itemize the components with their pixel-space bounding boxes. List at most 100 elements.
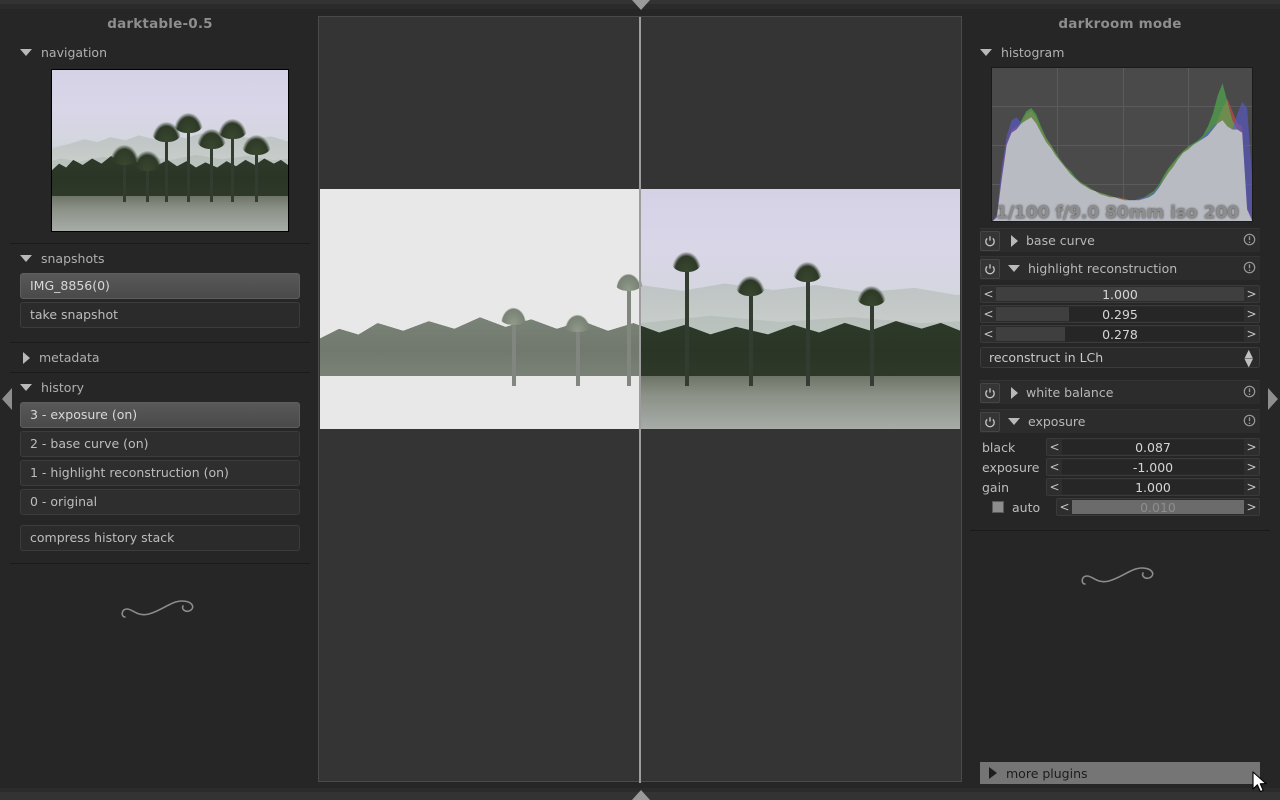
right-panel-toggle-icon[interactable] [1268,388,1278,410]
snapshot-item[interactable]: IMG_8856(0) [20,273,300,299]
slider-track[interactable]: 0.087 [1062,440,1244,454]
module-header[interactable]: base curve [980,228,1260,252]
module-highlight-reconstruction: highlight reconstruction < 1.000 > < 0.2… [970,256,1270,375]
increment-icon[interactable]: > [1244,479,1259,495]
take-snapshot-button[interactable]: take snapshot [20,302,300,328]
histogram-expander[interactable]: histogram [970,41,1270,64]
history-item[interactable]: 1 - highlight reconstruction (on) [20,460,300,486]
module-header[interactable]: white balance [980,380,1260,404]
power-icon[interactable] [980,258,1000,279]
auto-row: auto < 0.010 > [980,498,1260,516]
decrement-icon[interactable]: < [1057,499,1072,515]
chevron-down-icon [1008,265,1020,272]
reset-icon[interactable] [1243,412,1256,431]
hr-slider-1[interactable]: < 1.000 > [980,285,1260,303]
hr-slider-2[interactable]: < 0.295 > [980,305,1260,323]
module-header[interactable]: exposure [980,409,1260,433]
navigation-expander[interactable]: navigation [10,41,310,64]
history-label: history [41,380,84,395]
module-header[interactable]: highlight reconstruction [980,256,1260,280]
chevron-down-icon [20,49,32,56]
image-canvas[interactable] [318,16,962,783]
decrement-icon[interactable]: < [1047,459,1062,475]
auto-checkbox[interactable] [992,501,1004,513]
before-after-split-handle[interactable] [639,17,641,783]
metadata-expander[interactable]: metadata [10,346,310,369]
exif-overlay: 1/100 f/9.0 80mm iso 200 [996,203,1240,222]
decrement-icon[interactable]: < [981,286,996,302]
slider-value: 0.278 [1102,327,1138,341]
exposure-slider[interactable]: < -1.000 > [1046,458,1260,476]
darktable-window: darktable-0.5 navigation snapshots IMG_8… [0,0,1280,800]
snapshots-expander[interactable]: snapshots [10,247,310,270]
slider-value: 0.295 [1102,307,1138,321]
slider-row: < 0.278 > [980,325,1260,343]
module-body: < 1.000 > < 0.295 > < 0.278 > reconstruc… [980,280,1260,375]
power-icon[interactable] [980,411,1000,432]
module-base-curve: base curve [970,228,1270,252]
increment-icon[interactable]: > [1244,499,1259,515]
decrement-icon[interactable]: < [1047,439,1062,455]
slider-row: < 0.295 > [980,305,1260,323]
increment-icon[interactable]: > [1244,326,1259,342]
bottom-panel-toggle-icon[interactable] [632,790,650,800]
more-plugins-label: more plugins [1006,765,1088,781]
right-panel-flourish [970,534,1270,592]
slider-value: 1.000 [1135,480,1171,494]
flourish-icon [1081,567,1154,585]
history-expander[interactable]: history [10,376,310,399]
increment-icon[interactable]: > [1244,439,1259,455]
histogram-label: histogram [1001,45,1065,60]
decrement-icon[interactable]: < [981,306,996,322]
decrement-icon[interactable]: < [1047,479,1062,495]
slider-track[interactable]: 0.010 [1072,500,1244,514]
more-plugins-expander[interactable]: more plugins [980,762,1260,784]
history-item[interactable]: 3 - exposure (on) [20,402,300,428]
power-icon[interactable] [980,382,1000,403]
decrement-icon[interactable]: < [981,326,996,342]
left-panel-toggle-icon[interactable] [2,388,12,410]
slider-row: black < 0.087 > [980,438,1260,456]
chevron-down-icon [1008,418,1020,425]
history-item[interactable]: 0 - original [20,489,300,515]
slider-track[interactable]: 0.295 [996,307,1244,321]
module-exposure: exposure black < 0.087 > exposure < -1.0… [970,409,1270,524]
increment-icon[interactable]: > [1244,286,1259,302]
auto-threshold-slider[interactable]: < 0.010 > [1056,498,1260,516]
slider-track[interactable]: 0.278 [996,327,1244,341]
image-before-half [320,189,640,429]
module-name: highlight reconstruction [1028,261,1178,276]
navigation-thumbnail[interactable] [51,69,289,232]
top-panel-toggle-icon[interactable] [632,0,650,10]
chevron-right-icon [1011,234,1018,247]
compress-history-stack-button[interactable]: compress history stack [20,525,300,551]
top-panel-strip [0,0,1280,10]
reset-icon[interactable] [1243,231,1256,250]
histogram-plot [992,83,1252,221]
slider-label: gain [982,479,1009,495]
increment-icon[interactable]: > [1244,459,1259,475]
reconstruct-mode-select[interactable]: reconstruct in LCh ▲ ▼ [980,347,1260,368]
increment-icon[interactable]: > [1244,306,1259,322]
module-name: base curve [1026,233,1095,248]
chevron-down-icon [980,49,992,56]
reset-icon[interactable] [1243,259,1256,278]
hr-slider-3[interactable]: < 0.278 > [980,325,1260,343]
slider-row: < 1.000 > [980,285,1260,303]
gain-slider[interactable]: < 1.000 > [1046,478,1260,496]
slider-track[interactable]: 1.000 [996,287,1244,301]
slider-track[interactable]: 1.000 [1062,480,1244,494]
slider-track[interactable]: -1.000 [1062,460,1244,474]
mouse-cursor [1252,771,1267,793]
reconstruct-mode-value: reconstruct in LCh [989,350,1104,365]
histogram-widget[interactable]: 1/100 f/9.0 80mm iso 200 [991,67,1253,222]
navigation-thumbnail-wrap[interactable] [10,64,310,240]
power-icon[interactable] [980,230,1000,251]
history-item[interactable]: 2 - base curve (on) [20,431,300,457]
auto-label: auto [1012,499,1041,515]
chevron-down-icon [20,384,32,391]
app-title: darktable-0.5 [107,16,213,32]
reset-icon[interactable] [1243,383,1256,402]
module-name: exposure [1028,414,1086,429]
black-slider[interactable]: < 0.087 > [1046,438,1260,456]
